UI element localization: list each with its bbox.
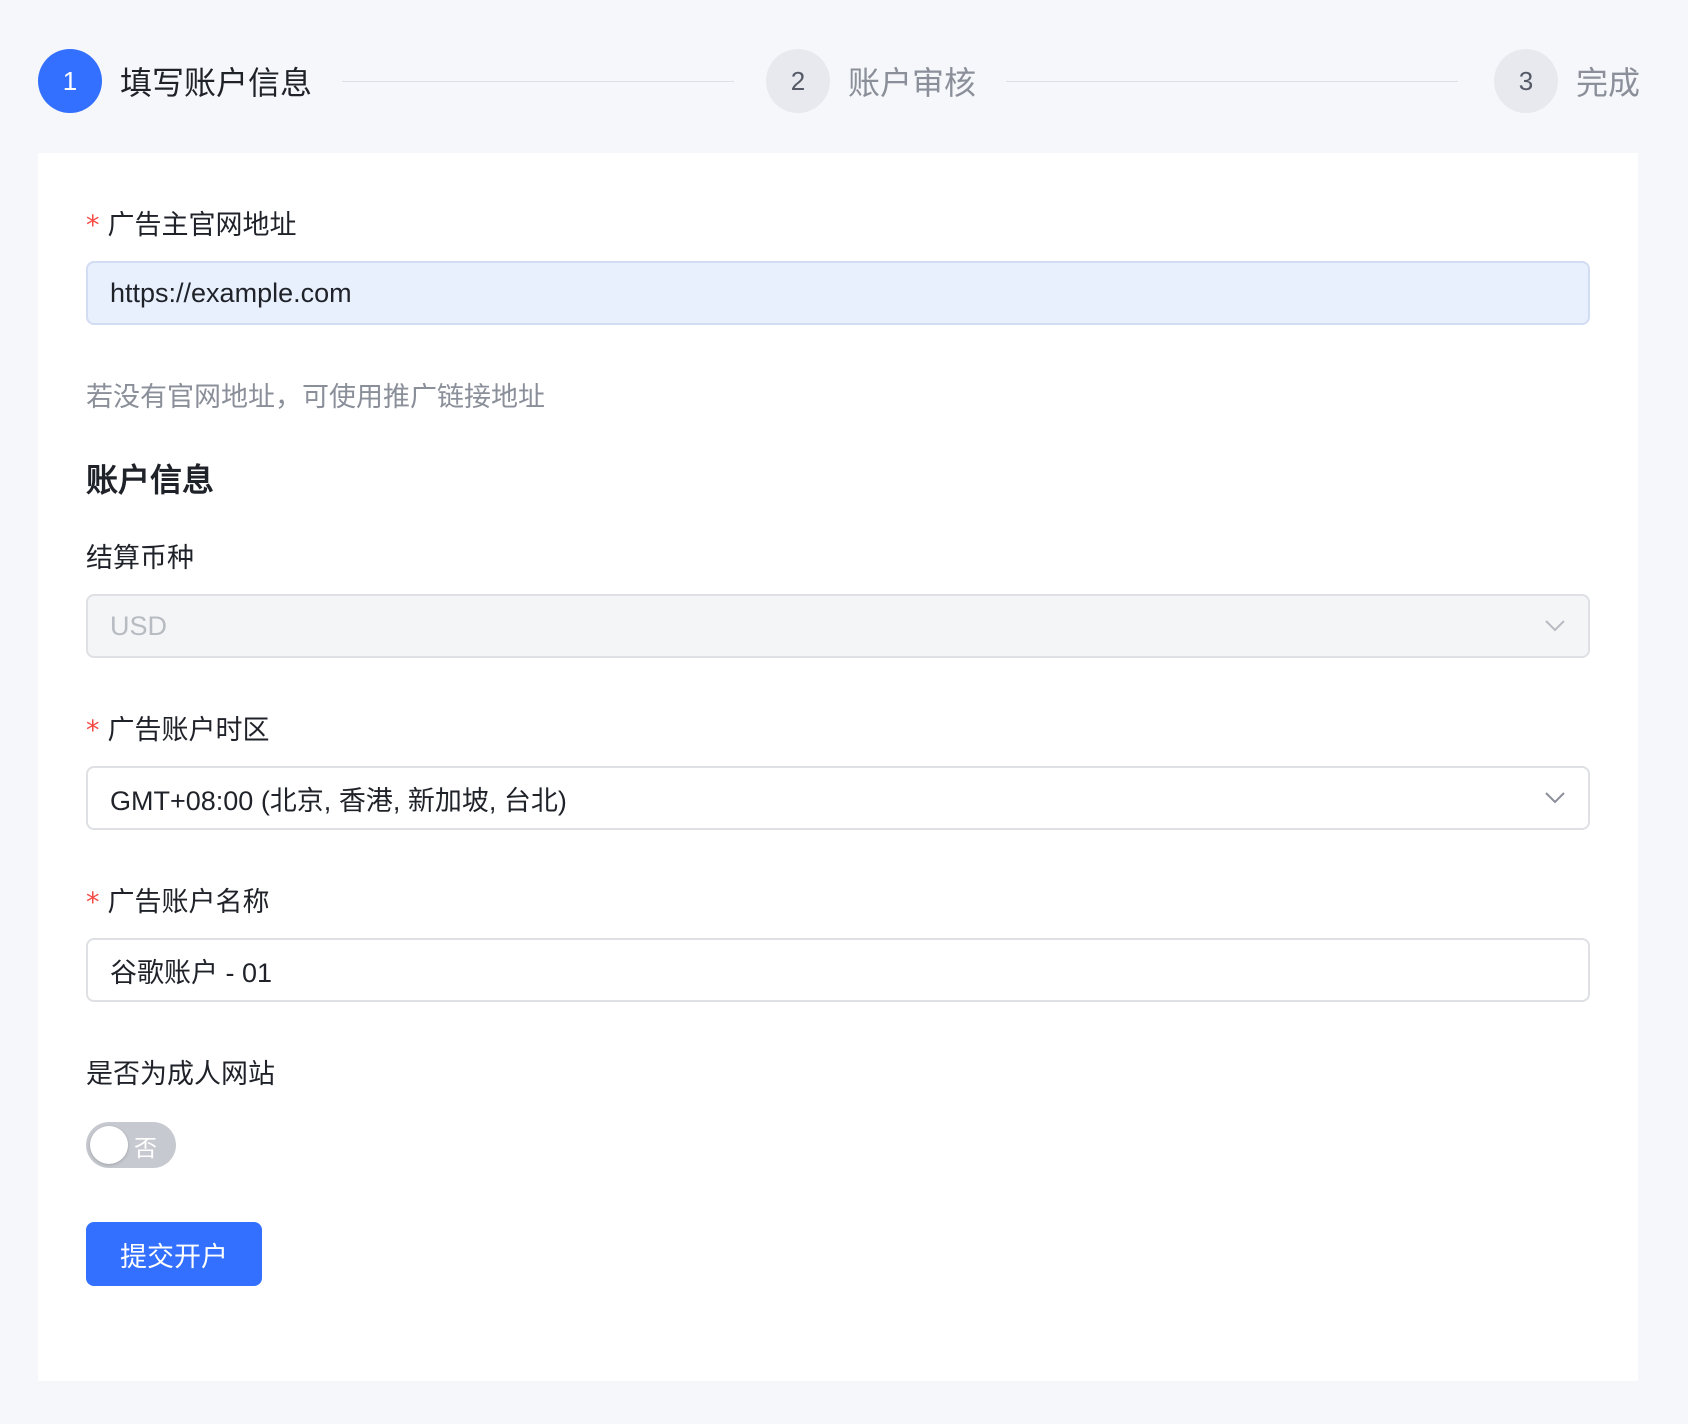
- timezone-label: * 广告账户时区: [86, 715, 270, 746]
- required-mark: *: [86, 887, 100, 918]
- website-label: * 广告主官网地址: [86, 210, 297, 241]
- submit-button[interactable]: 提交开户: [86, 1222, 262, 1286]
- website-hint: 若没有官网地址，可使用推广链接地址: [86, 382, 545, 413]
- step-1-number: 1: [38, 49, 102, 113]
- chevron-down-icon: [1544, 787, 1566, 809]
- adult-site-switch[interactable]: 否: [86, 1122, 176, 1168]
- currency-select: USD: [86, 594, 1590, 658]
- step-connector-1: [342, 81, 734, 82]
- timezone-select[interactable]: GMT+08:00 (北京, 香港, 新加坡, 台北): [86, 766, 1590, 830]
- step-connector-2: [1006, 81, 1458, 82]
- steps-bar: 1 填写账户信息 2 账户审核 3 完成: [38, 49, 1640, 113]
- chevron-down-icon: [1544, 615, 1566, 637]
- step-1-label: 填写账户信息: [120, 64, 313, 102]
- account-form-card: * 广告主官网地址 https://example.com 若没有官网地址，可使用…: [38, 153, 1638, 1381]
- account-name-label: * 广告账户名称: [86, 887, 270, 918]
- website-input-value: https://example.com: [110, 277, 352, 308]
- switch-knob: [90, 1126, 128, 1164]
- step-2[interactable]: 2 账户审核: [766, 49, 976, 113]
- step-2-label: 账户审核: [848, 64, 977, 102]
- switch-text: 否: [134, 1136, 157, 1162]
- required-mark: *: [86, 715, 100, 746]
- currency-label: 结算币种: [86, 543, 194, 574]
- step-3[interactable]: 3 完成: [1494, 49, 1640, 113]
- website-input[interactable]: https://example.com: [86, 261, 1590, 325]
- required-mark: *: [86, 210, 100, 241]
- step-2-number: 2: [766, 49, 830, 113]
- step-3-label: 完成: [1576, 64, 1641, 102]
- adult-site-label: 是否为成人网站: [86, 1059, 275, 1090]
- account-name-input-value: 谷歌账户 - 01: [110, 957, 273, 988]
- step-1[interactable]: 1 填写账户信息: [38, 49, 312, 113]
- step-3-number: 3: [1494, 49, 1558, 113]
- account-name-input[interactable]: 谷歌账户 - 01: [86, 938, 1590, 1002]
- timezone-select-value: GMT+08:00 (北京, 香港, 新加坡, 台北): [110, 785, 567, 816]
- currency-select-value: USD: [110, 610, 168, 641]
- section-title-account-info: 账户信息: [86, 461, 215, 499]
